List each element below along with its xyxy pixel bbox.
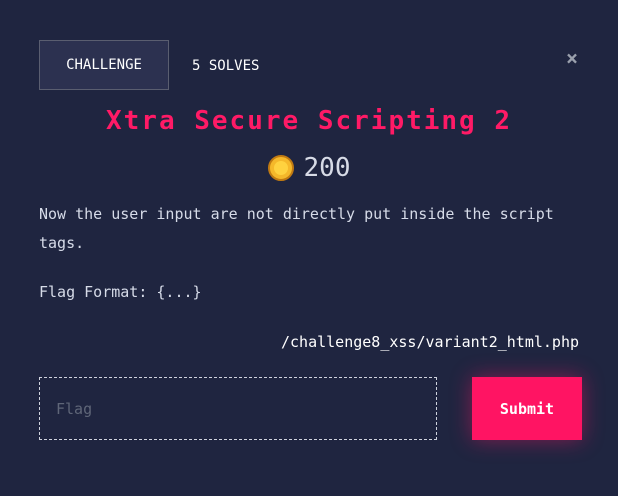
tab-solves[interactable]: 5 SOLVES	[192, 58, 259, 74]
points-value: 200	[303, 153, 351, 183]
tab-challenge[interactable]: CHALLENGE	[39, 40, 169, 90]
close-icon[interactable]: ×	[566, 48, 578, 68]
coin-icon	[267, 155, 294, 181]
flag-format: Flag Format: {...}	[39, 283, 202, 301]
challenge-points: 200	[0, 153, 618, 183]
submit-button[interactable]: Submit	[472, 377, 582, 440]
challenge-description: Now the user input are not directly put …	[39, 205, 554, 252]
challenge-link[interactable]: /challenge8_xss/variant2_html.php	[281, 333, 579, 351]
flag-input[interactable]	[39, 377, 437, 440]
challenge-title: Xtra Secure Scripting 2	[105, 106, 513, 136]
